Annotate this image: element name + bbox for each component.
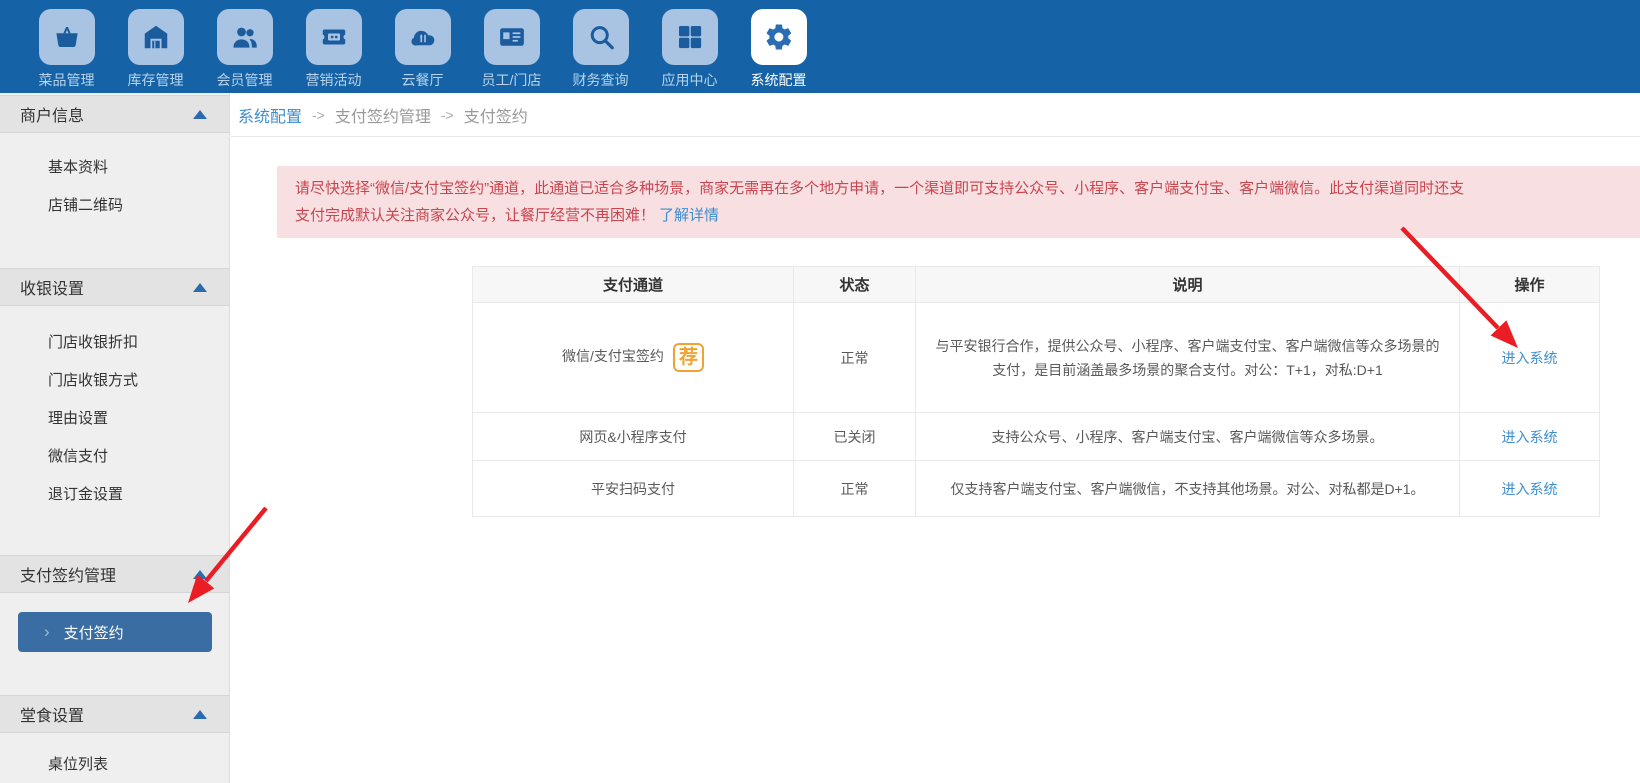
table-row: 微信/支付宝签约荐 正常 与平安银行合作，提供公众号、小程序、客户端支付宝、客户… [473,303,1600,413]
notice-line-2-text: 支付完成默认关注商家公众号，让餐厅经营不再困难！ [295,207,655,224]
members-icon [217,9,273,65]
channel-name: 网页&小程序支付 [579,429,686,445]
sidebar-item-shop-qrcode[interactable]: 店铺二维码 [0,187,229,225]
breadcrumb-separator: -> [441,107,454,123]
operation-cell: 进入系统 [1460,461,1600,517]
main-content: 系统配置 -> 支付签约管理 -> 支付签约 请尽快选择“微信/支付宝签约”通道… [231,93,1640,783]
sidebar-group-merchant-info[interactable]: 商户信息 [0,95,229,133]
table-row: 网页&小程序支付 已关闭 支持公众号、小程序、客户端支付宝、客户端微信等众多场景… [473,413,1600,461]
sidebar-group-items: 桌位列表 [0,733,229,783]
nav-tab-system-settings[interactable]: 系统配置 [734,0,823,93]
learn-more-link[interactable]: 了解详情 [659,207,719,224]
table-row: 平安扫码支付 正常 仅支持客户端支付宝、客户端微信，不支持其他场景。对公、对私都… [473,461,1600,517]
nav-tab-label: 云餐厅 [402,70,444,90]
nav-tab-label: 营销活动 [306,70,362,90]
recommended-badge: 荐 [673,343,704,372]
operation-cell: 进入系统 [1460,303,1600,413]
nav-tab-label: 菜品管理 [39,70,95,90]
sidebar-group-title: 收银设置 [20,275,84,299]
sidebar-group-title: 商户信息 [20,102,84,126]
sidebar-item-payment-signing-selected[interactable]: › 支付签约 [18,612,212,652]
breadcrumb: 系统配置 -> 支付签约管理 -> 支付签约 [231,93,1640,137]
cloud-restaurant-icon [395,9,451,65]
nav-tab-label: 库存管理 [128,70,184,90]
breadcrumb-item-payment-signing: 支付签约 [464,103,528,127]
status-cell: 正常 [794,461,916,517]
description-cell: 与平安银行合作，提供公众号、小程序、客户端支付宝、客户端微信等众多场景的支付，是… [916,303,1460,413]
sidebar-item-table-list[interactable]: 桌位列表 [0,746,229,783]
sidebar-item-basic-info[interactable]: 基本资料 [0,149,229,187]
sidebar-group-items: 门店收银折扣 门店收银方式 理由设置 微信支付 退订金设置 [0,306,229,514]
breadcrumb-item-payment-signing-mgmt: 支付签约管理 [335,103,431,127]
table-header-row: 支付通道 状态 说明 操作 [473,267,1600,303]
nav-tab-finance[interactable]: 财务查询 [556,0,645,93]
chevron-right-icon: › [44,622,50,642]
breadcrumb-separator: -> [312,107,325,123]
sidebar-group-dine-in-settings[interactable]: 堂食设置 [0,695,229,733]
channel-name: 平安扫码支付 [591,481,675,497]
nav-tab-label: 会员管理 [217,70,273,90]
notice-line-2: 支付完成默认关注商家公众号，让餐厅经营不再困难！了解详情 [295,202,1640,229]
nav-tab-staff-store[interactable]: 员工/门店 [467,0,556,93]
sidebar-item-deposit-refund[interactable]: 退订金设置 [0,476,229,514]
sidebar-item-reason-settings[interactable]: 理由设置 [0,400,229,438]
sidebar-group-title: 堂食设置 [20,702,84,726]
collapse-arrow-icon [193,710,207,719]
sidebar-group-payment-signing[interactable]: 支付签约管理 [0,555,229,593]
nav-tab-app-center[interactable]: 应用中心 [645,0,734,93]
description-cell: 仅支持客户端支付宝、客户端微信，不支持其他场景。对公、对私都是D+1。 [916,461,1460,517]
column-header-operation: 操作 [1460,267,1600,303]
nav-tab-label: 财务查询 [573,70,629,90]
sidebar-item-label: 支付签约 [64,622,124,643]
enter-system-link[interactable]: 进入系统 [1502,429,1558,445]
marketing-ticket-icon [306,9,362,65]
nav-tab-label: 应用中心 [662,70,718,90]
system-settings-gear-icon [751,9,807,65]
top-navigation-bar: 菜品管理 库存管理 会员管理 [0,0,1640,93]
sidebar-group-cashier-settings[interactable]: 收银设置 [0,268,229,306]
sidebar-item-wechat-pay[interactable]: 微信支付 [0,438,229,476]
nav-tab-cloud-restaurant[interactable]: 云餐厅 [378,0,467,93]
status-cell: 正常 [794,303,916,413]
nav-tab-members[interactable]: 会员管理 [200,0,289,93]
app-center-grid-icon [662,9,718,65]
description-cell: 支持公众号、小程序、客户端支付宝、客户端微信等众多场景。 [916,413,1460,461]
finance-search-icon [573,9,629,65]
enter-system-link[interactable]: 进入系统 [1502,350,1558,366]
column-header-channel: 支付通道 [473,267,794,303]
sidebar-group-title: 支付签约管理 [20,562,116,586]
collapse-arrow-icon [193,570,207,579]
enter-system-link[interactable]: 进入系统 [1502,481,1558,497]
sidebar-item-store-payment-method[interactable]: 门店收银方式 [0,362,229,400]
nav-tab-label: 员工/门店 [482,70,542,90]
nav-tab-inventory[interactable]: 库存管理 [111,0,200,93]
notice-line-1: 请尽快选择“微信/支付宝签约”通道，此通道已适合多种场景，商家无需再在多个地方申… [295,175,1640,202]
status-cell: 已关闭 [794,413,916,461]
staff-store-idcard-icon [484,9,540,65]
payment-channels-table: 支付通道 状态 说明 操作 微信/支付宝签约荐 正常 与平安银行合作，提供公众号… [472,266,1600,517]
channel-cell: 网页&小程序支付 [473,413,794,461]
sidebar-group-items: 基本资料 店铺二维码 [0,133,229,225]
nav-tab-marketing[interactable]: 营销活动 [289,0,378,93]
collapse-arrow-icon [193,283,207,292]
channel-name: 微信/支付宝签约 [562,348,664,364]
dishes-basket-icon [39,9,95,65]
nav-tab-label: 系统配置 [751,70,807,90]
channel-cell: 微信/支付宝签约荐 [473,303,794,413]
sidebar-item-store-discount[interactable]: 门店收银折扣 [0,324,229,362]
channel-cell: 平安扫码支付 [473,461,794,517]
breadcrumb-link-system-settings[interactable]: 系统配置 [238,103,302,127]
nav-tab-dishes[interactable]: 菜品管理 [22,0,111,93]
column-header-description: 说明 [916,267,1460,303]
sidebar: 商户信息 基本资料 店铺二维码 收银设置 门店收银折扣 门店收银方式 理由设置 … [0,93,230,783]
notice-banner: 请尽快选择“微信/支付宝签约”通道，此通道已适合多种场景，商家无需再在多个地方申… [277,166,1640,238]
column-header-status: 状态 [794,267,916,303]
inventory-warehouse-icon [128,9,184,65]
collapse-arrow-icon [193,110,207,119]
operation-cell: 进入系统 [1460,413,1600,461]
